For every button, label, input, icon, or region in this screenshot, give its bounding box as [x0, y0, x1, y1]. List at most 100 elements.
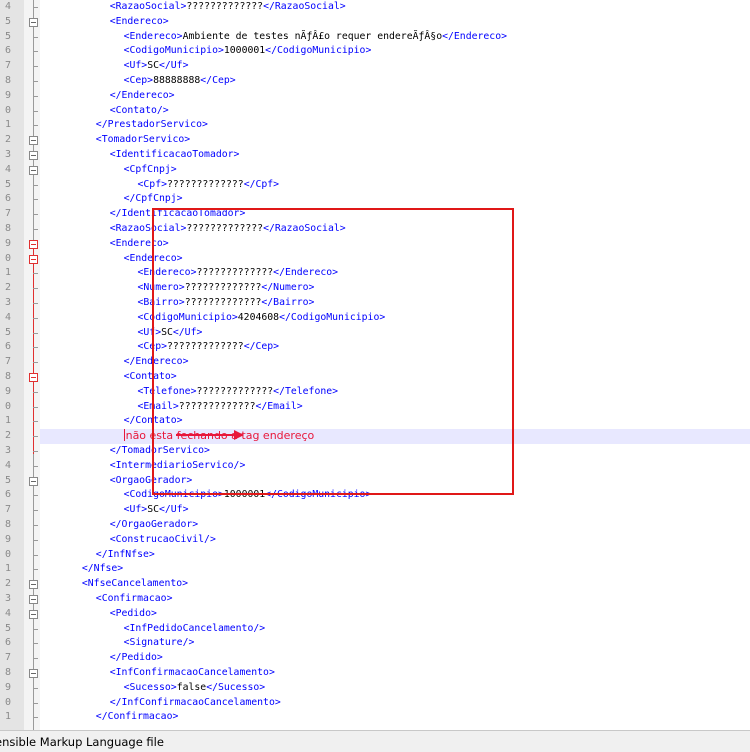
code-line[interactable]: <Confirmacao>	[40, 592, 750, 607]
xml-tag: </Cep>	[200, 75, 236, 86]
line-number: 0	[4, 696, 11, 708]
code-line[interactable]: <Endereco>Ambiente de testes nÃƒÂ£o requ…	[40, 30, 750, 45]
line-number: 4	[4, 1, 11, 12]
fold-end-marker	[33, 214, 38, 216]
line-number: 1	[4, 415, 11, 427]
fold-end-marker	[33, 199, 38, 201]
code-line[interactable]: </InfNfse>	[40, 548, 750, 563]
code-line[interactable]: </CpfCnpj>	[40, 192, 750, 207]
line-number: 0	[4, 548, 11, 560]
code-line[interactable]: <TomadorServico>	[40, 133, 750, 148]
xml-tag: <CodigoMunicipio>	[123, 45, 224, 57]
line-number: 9	[4, 237, 11, 249]
status-bar: ensible Markup Language file	[0, 730, 750, 752]
fold-end-marker	[33, 717, 38, 719]
code-line[interactable]: </OrgaoGerador>	[40, 518, 750, 533]
code-line[interactable]: </InfConfirmacaoCancelamento>	[40, 696, 750, 711]
fold-end-marker	[33, 465, 38, 467]
code-line[interactable]: </Endereco>	[40, 89, 750, 104]
fold-end-marker	[33, 95, 38, 97]
fold-toggle-icon[interactable]	[29, 136, 38, 146]
line-number: 7	[4, 504, 11, 516]
xml-tag: </OrgaoGerador>	[109, 519, 199, 530]
fold-end-marker	[33, 451, 38, 452]
fold-end-marker	[33, 7, 38, 8]
annotation-arrow-icon	[176, 430, 244, 440]
fold-end-marker	[33, 554, 38, 556]
line-number: 4	[4, 607, 11, 619]
line-number: 8	[4, 371, 11, 382]
xml-tag: <TomadorServico>	[95, 134, 191, 146]
fold-toggle-icon[interactable]	[29, 254, 38, 264]
fold-toggle-icon[interactable]	[29, 373, 38, 382]
fold-guide-error-line	[33, 246, 34, 454]
fold-toggle-icon[interactable]	[29, 580, 38, 590]
code-line[interactable]: </PrestadorServico>	[40, 118, 750, 133]
line-number: 8	[4, 519, 11, 530]
code-line[interactable]: <InfConfirmacaoCancelamento>	[40, 666, 750, 681]
line-number: 1	[4, 119, 11, 131]
code-line[interactable]: <Cpf>?????????????</Cpf>	[40, 178, 750, 193]
fold-toggle-icon[interactable]	[29, 17, 38, 27]
xml-tag: </Nfse>	[81, 563, 124, 575]
fold-end-marker	[33, 51, 38, 53]
code-line[interactable]: <NfseCancelamento>	[40, 577, 750, 592]
line-number: 3	[4, 149, 11, 160]
fold-end-marker	[33, 436, 38, 438]
line-number: 0	[4, 400, 11, 412]
xml-value: 1000001	[223, 45, 266, 57]
xml-tag: </Uf>	[158, 60, 189, 72]
xml-tag: <Contato/>	[109, 104, 169, 116]
line-number-gutter: 4 5 5 6 7 8 9 0 1 2 3 4 5 6 7 8 9 0 1 2 3 4 5 6 7 8 9 0 1 2 3 4 5 6 7 8 9 0 1 2…	[0, 0, 24, 730]
code-line[interactable]: <ConstrucaoCivil/>	[40, 533, 750, 548]
line-number: 9	[4, 533, 11, 545]
xml-tag: <RazaoSocial>	[109, 1, 187, 12]
code-line[interactable]: <Sucesso>false</Sucesso>	[40, 681, 750, 696]
fold-toggle-icon[interactable]	[29, 239, 38, 249]
line-number: 7	[4, 356, 11, 368]
fold-end-marker	[33, 658, 38, 660]
xml-tag: <Pedido>	[109, 607, 157, 619]
fold-toggle-icon[interactable]	[29, 476, 38, 486]
fold-toggle-icon[interactable]	[29, 609, 38, 619]
xml-tag: </InfNfse>	[95, 548, 155, 560]
fold-toggle-icon[interactable]	[29, 669, 38, 678]
code-line[interactable]: <CodigoMunicipio>1000001</CodigoMunicipi…	[40, 44, 750, 59]
code-line[interactable]: <Signature/>	[40, 636, 750, 651]
line-number: 7	[4, 60, 11, 72]
xml-tag: <Uf>	[123, 60, 148, 72]
code-line[interactable]: <Pedido>	[40, 607, 750, 622]
code-line[interactable]: </Nfse>	[40, 562, 750, 577]
code-line[interactable]: <IdentificacaoTomador>	[40, 148, 750, 163]
xml-tag: </CpfCnpj>	[123, 193, 183, 205]
xml-tag: <CpfCnpj>	[123, 163, 177, 175]
xml-value: ?????????????	[167, 178, 244, 190]
code-line[interactable]: <CpfCnpj>	[40, 163, 750, 178]
line-number: 7	[4, 208, 11, 220]
xml-tag: </PrestadorServico>	[95, 119, 208, 131]
code-line[interactable]: <Endereco>	[40, 15, 750, 30]
line-number: 9	[4, 681, 11, 693]
xml-tag: </Uf>	[158, 504, 189, 516]
code-line[interactable]: <Cep>88888888</Cep>	[40, 74, 750, 89]
line-number: 0	[4, 104, 11, 116]
line-number: 2	[4, 430, 11, 442]
fold-end-marker	[33, 510, 38, 512]
code-line[interactable]: </Pedido>	[40, 651, 750, 666]
fold-end-marker	[33, 36, 38, 38]
xml-tag: </Sucesso>	[206, 681, 266, 693]
fold-end-marker	[33, 125, 38, 127]
code-line[interactable]: <RazaoSocial>?????????????</RazaoSocial>	[40, 0, 750, 15]
xml-tag: <Uf>	[123, 504, 148, 516]
xml-tag: </Endereco>	[109, 89, 175, 101]
code-line[interactable]: <Uf>SC</Uf>	[40, 503, 750, 518]
code-line[interactable]: <Uf>SC</Uf>	[40, 59, 750, 74]
fold-toggle-icon[interactable]	[29, 165, 38, 175]
code-line[interactable]: <Contato/>	[40, 104, 750, 119]
code-line[interactable]: </Confirmacao>	[40, 710, 750, 725]
xml-tag: </RazaoSocial>	[263, 1, 346, 12]
code-line[interactable]: <InfPedidoCancelamento/>	[40, 622, 750, 637]
fold-end-marker	[33, 317, 38, 319]
fold-toggle-icon[interactable]	[29, 151, 38, 160]
fold-toggle-icon[interactable]	[29, 595, 38, 604]
